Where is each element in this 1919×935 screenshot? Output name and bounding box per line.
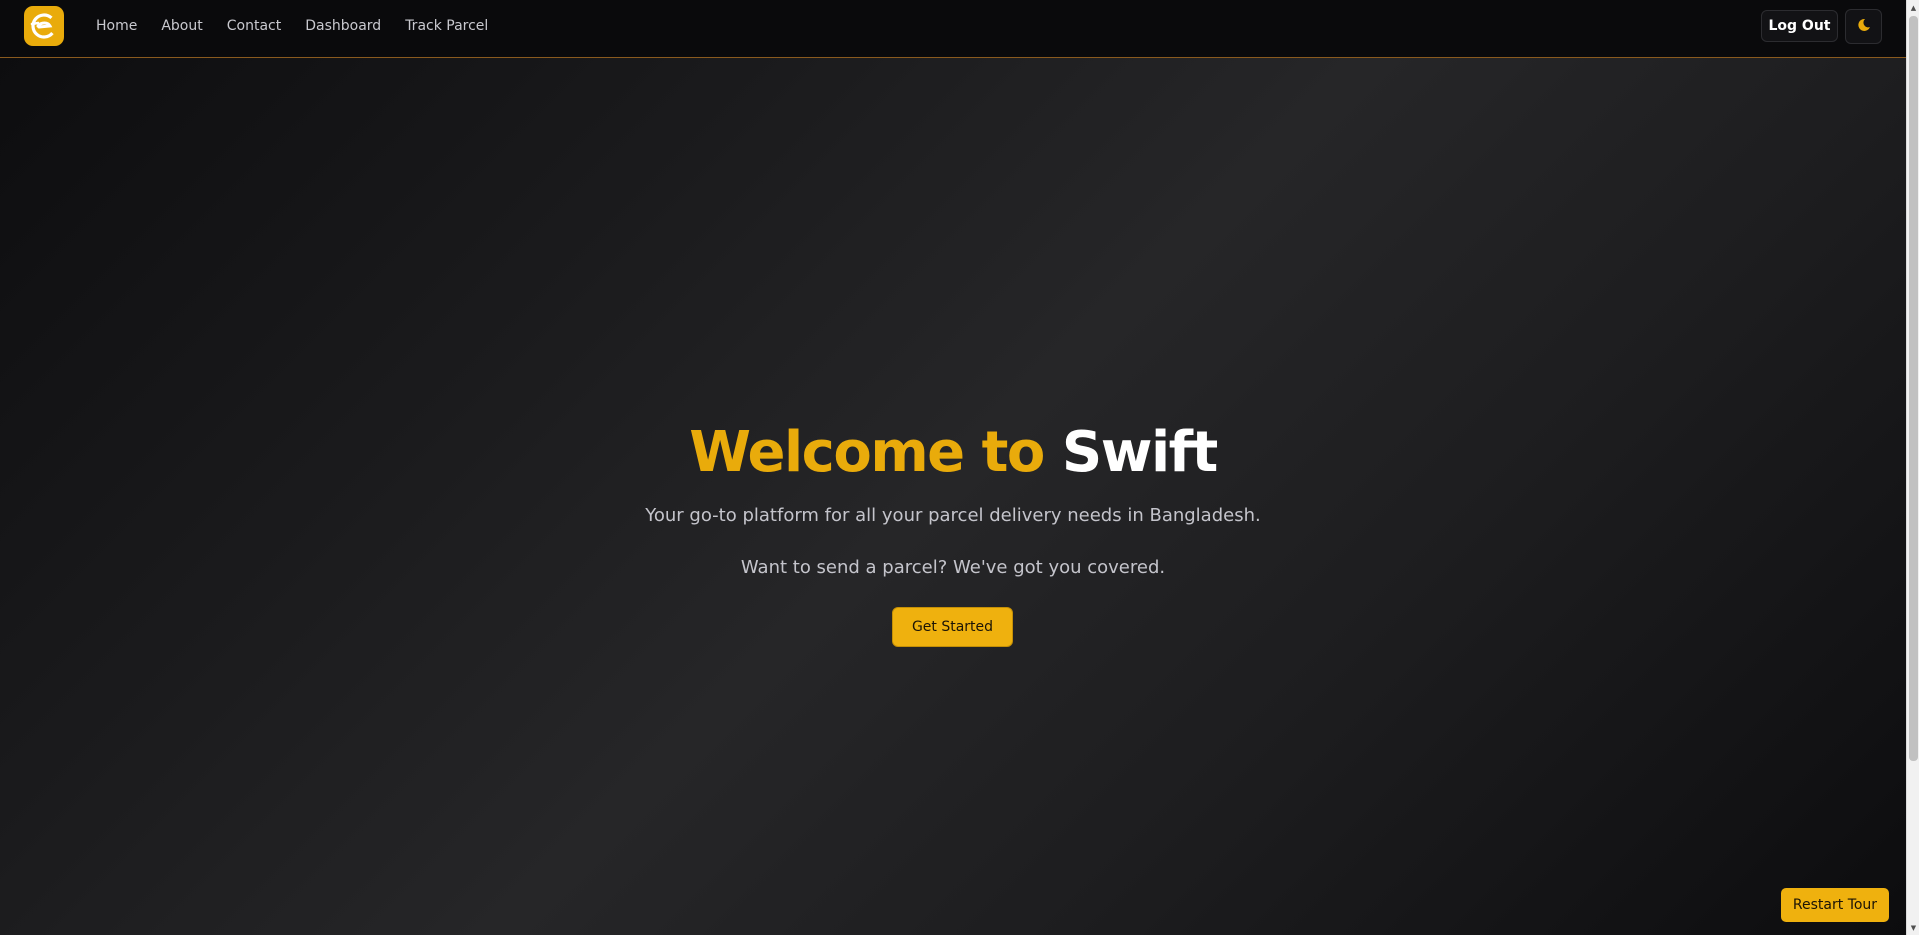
moon-icon [1857,17,1871,36]
swift-logo-icon[interactable] [24,6,64,46]
scroll-down-arrow-icon[interactable]: ▼ [1907,920,1919,935]
nav-about-link[interactable]: About [161,18,202,34]
nav-contact-link[interactable]: Contact [227,18,281,34]
nav-home-link[interactable]: Home [96,18,137,34]
hero-title-accent: Welcome to [689,420,1062,485]
hero-title: Welcome to Swift [0,415,1906,491]
main-nav: Home About Contact Dashboard Track Parce… [96,0,512,52]
scrollbar-thumb[interactable] [1909,16,1918,761]
hero-tagline: Want to send a parcel? We've got you cov… [740,557,1166,578]
theme-toggle-button[interactable] [1845,9,1882,44]
hero-subtitle: Your go-to platform for all your parcel … [645,505,1261,526]
logout-button[interactable]: Log Out [1761,10,1838,42]
nav-dashboard-link[interactable]: Dashboard [305,18,381,34]
scroll-up-arrow-icon[interactable]: ▲ [1907,0,1919,15]
page-scrollbar[interactable]: ▲ ▼ [1906,0,1919,935]
hero-title-brand: Swift [1061,420,1218,485]
page: Home About Contact Dashboard Track Parce… [0,0,1919,935]
nav-track-parcel-link[interactable]: Track Parcel [405,18,488,34]
get-started-button[interactable]: Get Started [892,607,1013,647]
navbar: Home About Contact Dashboard Track Parce… [0,0,1906,58]
restart-tour-button[interactable]: Restart Tour [1781,888,1889,922]
